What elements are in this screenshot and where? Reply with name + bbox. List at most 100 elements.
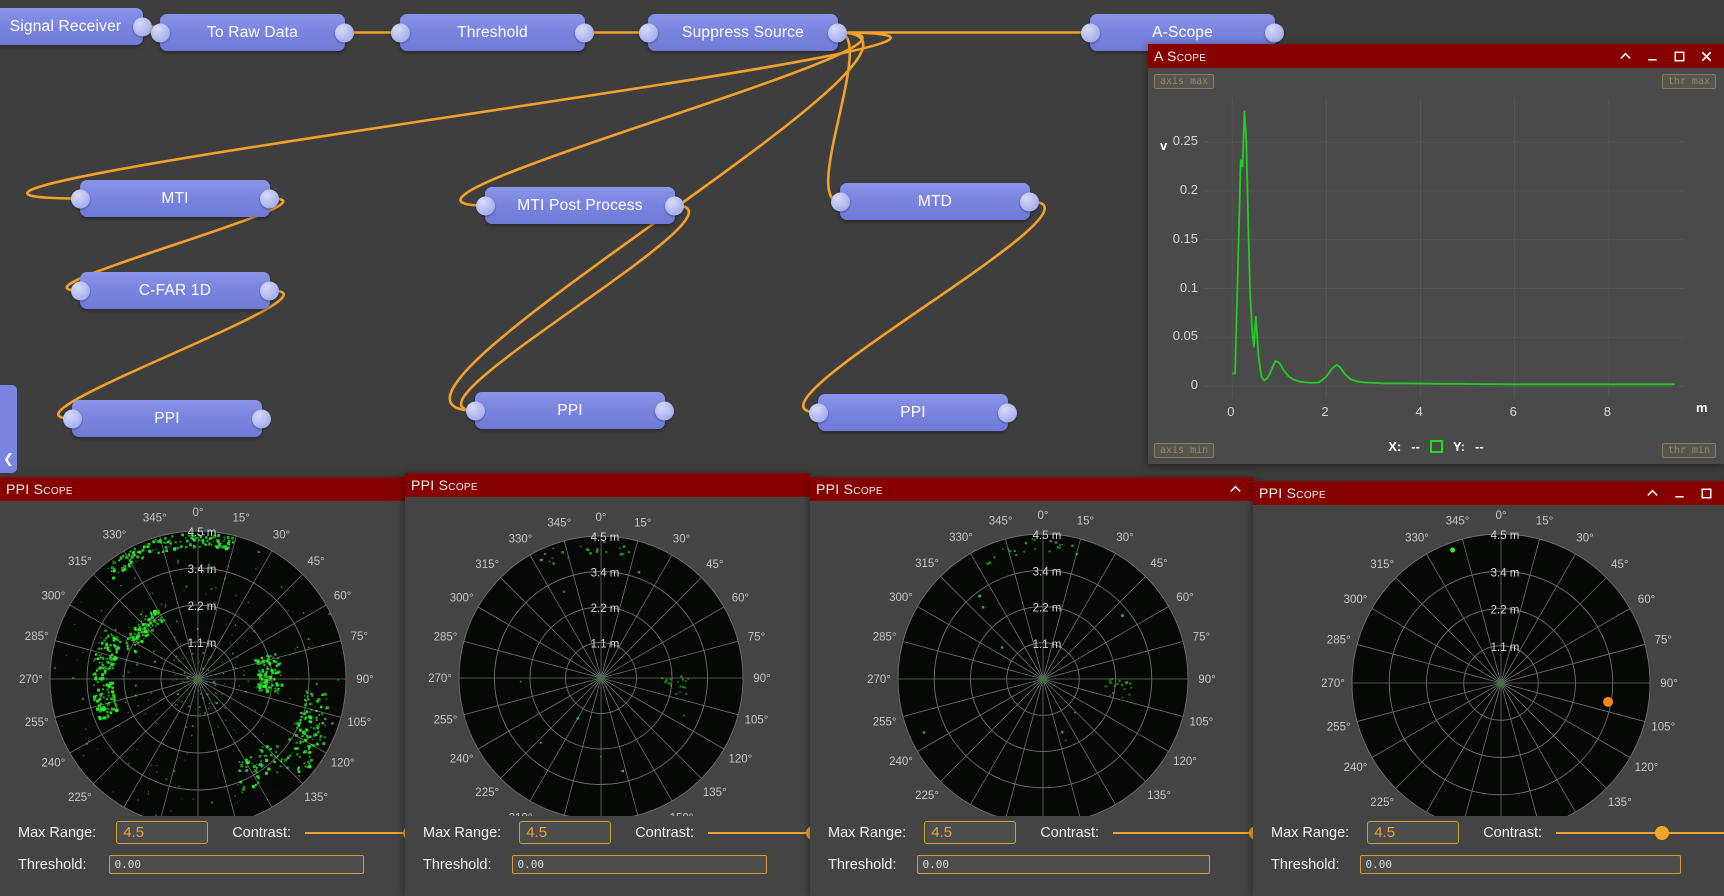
contrast-slider[interactable] bbox=[305, 826, 405, 840]
node-input-port[interactable] bbox=[831, 192, 850, 211]
ppi-scope-1-titlebar[interactable]: PPI Scope bbox=[0, 477, 405, 501]
radar-blip bbox=[322, 722, 324, 724]
close-icon[interactable] bbox=[1698, 48, 1714, 64]
node-output-port[interactable] bbox=[998, 403, 1017, 422]
radar-blip bbox=[242, 788, 245, 791]
node-output-port[interactable] bbox=[260, 189, 279, 208]
radar-blip bbox=[107, 705, 109, 707]
max-range-input[interactable]: 4.5 bbox=[116, 821, 208, 844]
contrast-slider[interactable] bbox=[1556, 826, 1724, 840]
node-input-port[interactable] bbox=[639, 23, 658, 42]
radar-blip bbox=[1015, 554, 1017, 556]
max-range-input[interactable]: 4.5 bbox=[924, 821, 1016, 844]
graph-node-ppi-2[interactable]: PPI bbox=[475, 392, 665, 429]
radar-blip bbox=[151, 692, 153, 694]
maximize-icon[interactable] bbox=[1698, 485, 1714, 501]
threshold-input[interactable]: 0.00 bbox=[1360, 855, 1681, 874]
node-input-port[interactable] bbox=[71, 281, 90, 300]
ppi-scope-3-titlebar[interactable]: PPI Scope bbox=[810, 477, 1253, 501]
radar-blip bbox=[211, 802, 213, 804]
ppi-scope-3-radar-display[interactable]: 1.1 m2.2 m3.4 m4.5 m0°15°30°45°60°75°90°… bbox=[810, 501, 1253, 816]
max-range-input[interactable]: 4.5 bbox=[519, 821, 611, 844]
graph-node-to-raw-data[interactable]: To Raw Data bbox=[160, 14, 345, 51]
graph-node-suppress-source[interactable]: Suppress Source bbox=[648, 14, 838, 51]
radar-blip bbox=[141, 621, 143, 623]
radar-target-marker[interactable] bbox=[1603, 697, 1613, 707]
a-scope-plot[interactable] bbox=[1204, 98, 1684, 398]
node-output-port[interactable] bbox=[665, 196, 684, 215]
threshold-input[interactable]: 0.00 bbox=[917, 855, 1210, 874]
ppi-scope-2-radar-display[interactable]: 1.1 m2.2 m3.4 m4.5 m0°15°30°45°60°75°90°… bbox=[405, 497, 810, 816]
ppi-scope-3-window[interactable]: PPI Scope1.1 m2.2 m3.4 m4.5 m0°15°30°45°… bbox=[810, 477, 1253, 896]
node-output-port[interactable] bbox=[655, 401, 674, 420]
chevron-up-icon[interactable] bbox=[1617, 48, 1633, 64]
contrast-slider[interactable] bbox=[1113, 826, 1253, 840]
graph-node-c-far-1d[interactable]: C-FAR 1D bbox=[80, 272, 270, 309]
radar-blip bbox=[274, 688, 276, 690]
node-input-port[interactable] bbox=[391, 23, 410, 42]
a-scope-window[interactable]: A Scope axis max thr max axis min th bbox=[1148, 44, 1724, 464]
radar-blip bbox=[198, 690, 199, 691]
chart-y-axis-unit: v bbox=[1160, 138, 1167, 153]
node-output-port[interactable] bbox=[828, 23, 847, 42]
graph-node-threshold[interactable]: Threshold bbox=[400, 14, 585, 51]
graph-node-mtd[interactable]: MTD bbox=[840, 183, 1030, 220]
radar-blip bbox=[101, 642, 104, 645]
node-output-port[interactable] bbox=[575, 23, 594, 42]
node-input-port[interactable] bbox=[1081, 23, 1100, 42]
contrast-slider-knob[interactable] bbox=[1655, 826, 1669, 840]
sidebar-collapse-handle[interactable]: ❮ bbox=[0, 385, 17, 473]
graph-node-ppi-1[interactable]: PPI bbox=[72, 400, 262, 437]
thr-max-button[interactable]: thr max bbox=[1662, 74, 1716, 89]
threshold-input[interactable]: 0.00 bbox=[512, 855, 767, 874]
ppi-scope-4-radar-display[interactable]: 1.1 m2.2 m3.4 m4.5 m0°15°30°45°60°75°90°… bbox=[1253, 505, 1724, 816]
node-input-port[interactable] bbox=[151, 23, 170, 42]
node-output-port[interactable] bbox=[1020, 192, 1039, 211]
ppi-scope-4-titlebar[interactable]: PPI Scope bbox=[1253, 481, 1724, 505]
node-output-port[interactable] bbox=[335, 23, 354, 42]
graph-node-ppi-3[interactable]: PPI bbox=[818, 394, 1008, 431]
axis-max-button[interactable]: axis max bbox=[1154, 74, 1214, 89]
radar-blip bbox=[106, 658, 108, 660]
chevron-up-icon[interactable] bbox=[1227, 481, 1243, 497]
radar-blip bbox=[224, 683, 225, 684]
ppi-scope-4-window[interactable]: PPI Scope1.1 m2.2 m3.4 m4.5 m0°15°30°45°… bbox=[1253, 481, 1724, 896]
node-output-port[interactable] bbox=[252, 409, 271, 428]
radar-blip bbox=[186, 681, 188, 683]
max-range-input[interactable]: 4.5 bbox=[1367, 821, 1459, 844]
graph-node-signal-receiver[interactable]: Signal Receiver bbox=[0, 8, 143, 45]
radar-blip bbox=[223, 673, 224, 674]
radar-blip bbox=[128, 627, 129, 628]
contrast-label: Contrast: bbox=[232, 825, 291, 841]
minimize-icon[interactable] bbox=[1644, 48, 1660, 64]
graph-node-label: C-FAR 1D bbox=[139, 282, 211, 300]
radar-blip bbox=[320, 706, 323, 709]
node-input-port[interactable] bbox=[809, 403, 828, 422]
node-output-port[interactable] bbox=[1265, 23, 1284, 42]
graph-node-mti-post-process[interactable]: MTI Post Process bbox=[485, 187, 675, 224]
chevron-up-icon[interactable] bbox=[1644, 485, 1660, 501]
radar-azimuth-label: 75° bbox=[1655, 635, 1672, 647]
a-scope-titlebar[interactable]: A Scope bbox=[1148, 44, 1724, 68]
ppi-scope-1-window[interactable]: PPI Scope1.1 m2.2 m3.4 m4.5 m0°15°30°45°… bbox=[0, 477, 405, 896]
radar-blip bbox=[326, 706, 329, 709]
ppi-scope-2-titlebar[interactable]: PPI Scope bbox=[405, 473, 810, 497]
node-output-port[interactable] bbox=[260, 281, 279, 300]
radar-blip bbox=[246, 766, 248, 768]
minimize-icon[interactable] bbox=[1671, 485, 1687, 501]
ppi-scope-2-window[interactable]: PPI Scope1.1 m2.2 m3.4 m4.5 m0°15°30°45°… bbox=[405, 473, 810, 896]
node-input-port[interactable] bbox=[476, 196, 495, 215]
radar-blip bbox=[215, 685, 217, 687]
ppi-scope-1-radar-display[interactable]: 1.1 m2.2 m3.4 m4.5 m0°15°30°45°60°75°90°… bbox=[0, 501, 405, 816]
threshold-input[interactable]: 0.00 bbox=[109, 855, 364, 874]
node-output-port[interactable] bbox=[133, 17, 152, 36]
node-input-port[interactable] bbox=[466, 401, 485, 420]
node-input-port[interactable] bbox=[71, 189, 90, 208]
radar-blip bbox=[202, 652, 204, 654]
graph-node-mti[interactable]: MTI bbox=[80, 180, 270, 217]
node-input-port[interactable] bbox=[63, 409, 82, 428]
radar-blip bbox=[280, 675, 281, 676]
maximize-icon[interactable] bbox=[1671, 48, 1687, 64]
radar-azimuth-label: 60° bbox=[732, 593, 749, 605]
contrast-slider[interactable] bbox=[708, 826, 810, 840]
